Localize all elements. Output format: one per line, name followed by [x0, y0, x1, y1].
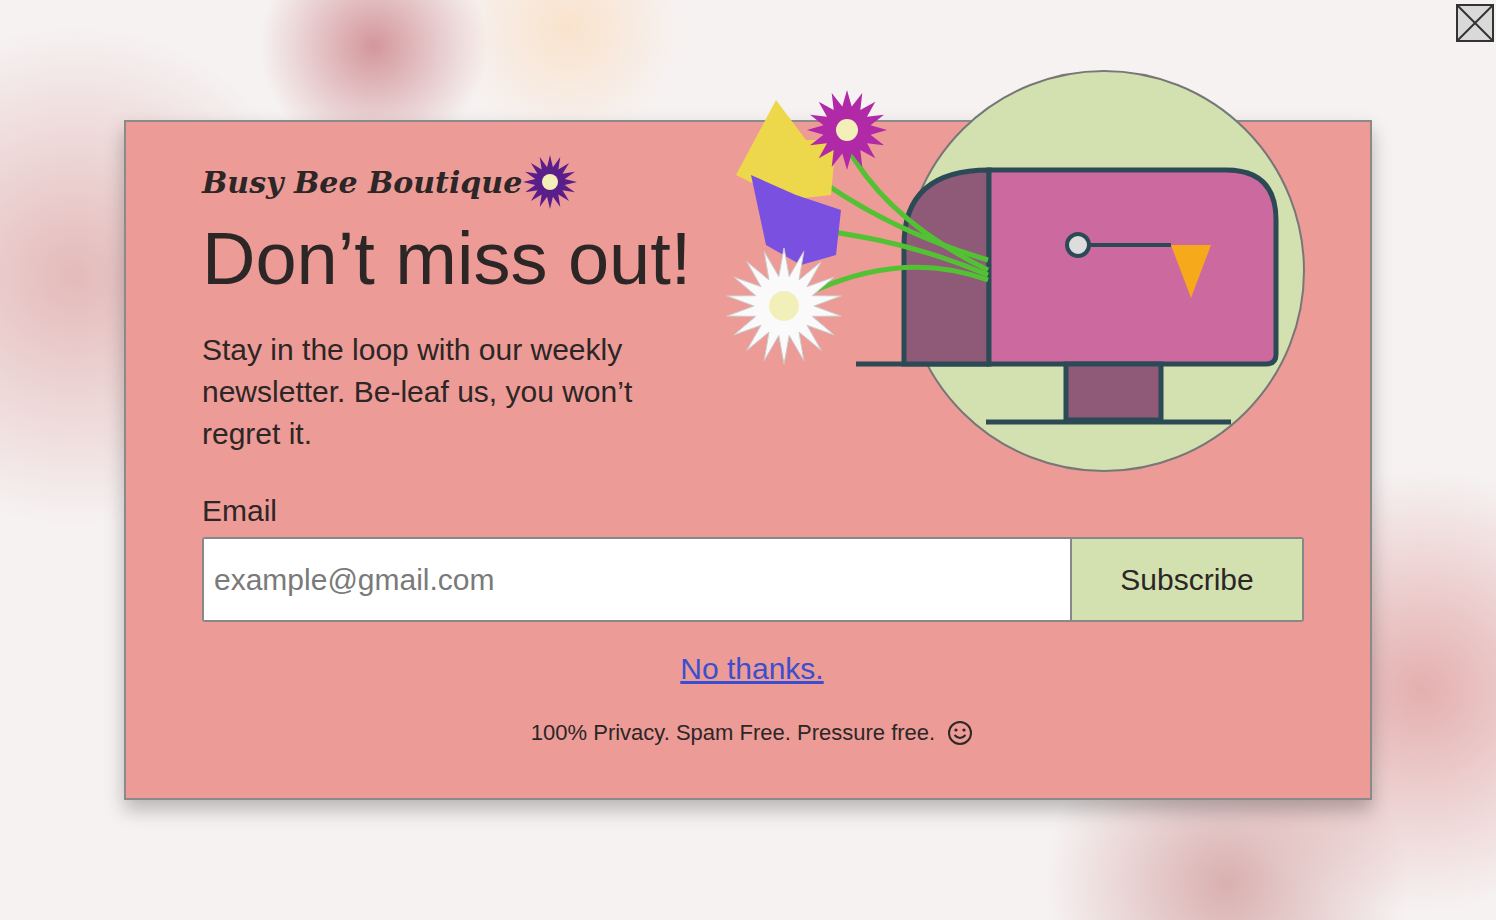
close-button[interactable]: [1455, 3, 1495, 43]
subscribe-form: Subscribe: [202, 537, 1304, 622]
close-icon: [1456, 4, 1494, 42]
privacy-note: 100% Privacy. Spam Free. Pressure free.: [531, 720, 973, 746]
email-input[interactable]: [204, 539, 1070, 620]
brand-logo: Busy Bee Boutique: [202, 152, 722, 212]
brand-name: Busy Bee Boutique: [202, 165, 522, 200]
newsletter-modal: Busy Bee Boutique Don’t miss out! Stay in …: [124, 120, 1372, 800]
heading: Don’t miss out!: [202, 218, 722, 299]
message: Stay in the loop with our weekly newslet…: [202, 329, 672, 455]
smiley-icon: [947, 720, 973, 746]
privacy-text: 100% Privacy. Spam Free. Pressure free.: [531, 720, 935, 746]
flower-icon: [522, 154, 578, 210]
subscribe-button[interactable]: Subscribe: [1070, 539, 1302, 620]
email-label: Email: [202, 491, 1302, 531]
no-thanks-link[interactable]: No thanks.: [680, 652, 823, 686]
mailbox-flowers-icon: [726, 70, 1306, 475]
intro: Busy Bee Boutique Don’t miss out! Stay in …: [202, 152, 722, 455]
page: Busy Bee Boutique Don’t miss out! Stay in …: [0, 0, 1496, 920]
